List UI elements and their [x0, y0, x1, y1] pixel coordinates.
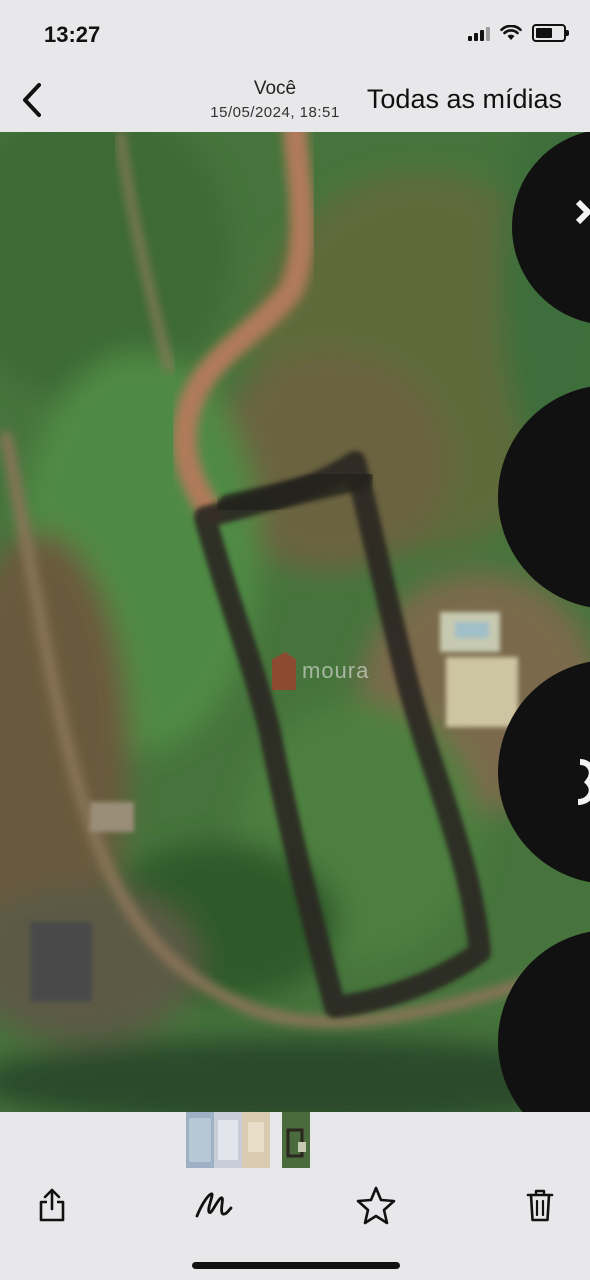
thumbnail-1[interactable] — [186, 1112, 214, 1168]
all-media-link[interactable]: Todas as mídias — [367, 84, 562, 115]
satellite-image — [0, 132, 590, 1112]
share-icon — [39, 1188, 65, 1222]
share-button[interactable] — [27, 1180, 77, 1230]
thumbnail-current[interactable] — [282, 1112, 310, 1168]
status-time: 13:27 — [44, 22, 101, 47]
watermark: moura — [272, 652, 369, 690]
markup-icon — [195, 1192, 233, 1218]
photo-viewer[interactable]: moura — [0, 132, 590, 1112]
favorite-button[interactable] — [351, 1180, 401, 1230]
bottom-bar — [0, 1112, 590, 1280]
home-indicator[interactable] — [192, 1262, 400, 1269]
nav-title: Você — [253, 78, 297, 99]
thumbnail-strip[interactable] — [186, 1112, 310, 1168]
delete-button[interactable] — [515, 1180, 565, 1230]
status-bar: 13:27 — [0, 0, 590, 70]
nav-center: Você 15/05/2024, 18:51 — [190, 78, 360, 121]
trash-icon — [526, 1189, 554, 1222]
back-button[interactable] — [10, 76, 54, 124]
chevron-left-icon — [23, 83, 41, 117]
battery-icon — [532, 24, 569, 42]
nav-bar: Você 15/05/2024, 18:51 Todas as mídias — [0, 70, 590, 132]
nav-subtitle: 15/05/2024, 18:51 — [210, 104, 340, 121]
watermark-logo — [272, 652, 296, 690]
markup-button[interactable] — [188, 1180, 238, 1230]
cellular-signal-icon — [468, 25, 490, 41]
bottom-toolbar — [0, 1180, 590, 1240]
thumbnail-2[interactable] — [214, 1112, 242, 1168]
thumbnail-3[interactable] — [242, 1112, 270, 1168]
wifi-icon — [500, 25, 522, 40]
favorite-star-icon — [356, 1186, 396, 1225]
watermark-text: moura — [302, 658, 370, 683]
status-icons — [468, 24, 569, 42]
